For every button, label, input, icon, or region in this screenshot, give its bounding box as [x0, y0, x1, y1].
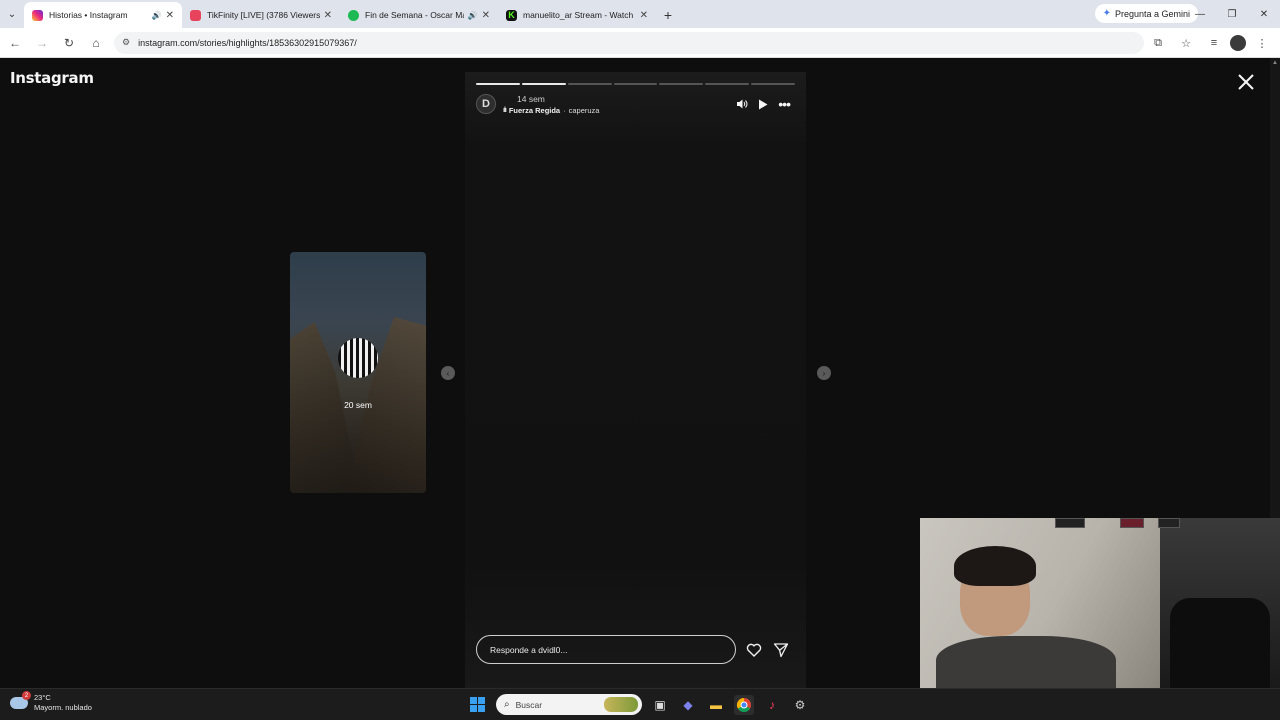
gemini-button[interactable]: ✦ Pregunta a Gemini — [1094, 4, 1198, 23]
search-placeholder: Buscar — [515, 699, 543, 710]
close-stories-icon[interactable] — [1236, 72, 1256, 92]
wall-frame — [1158, 518, 1180, 528]
taskbar-search[interactable]: ⌕ Buscar — [496, 694, 642, 715]
speaker-icon[interactable]: 🔊 — [468, 11, 478, 20]
reload-icon[interactable]: ↻ — [57, 31, 81, 55]
new-tab-button[interactable]: + — [656, 2, 680, 28]
kick-favicon-icon: K — [506, 9, 517, 21]
media-controls-icon[interactable]: ≡ — [1202, 31, 1226, 55]
scroll-up-arrow-icon[interactable]: ▲ — [1272, 60, 1278, 66]
wall-frame — [1120, 518, 1144, 528]
story-author-avatar[interactable]: D — [476, 94, 496, 114]
instagram-logo[interactable]: Instagram — [10, 69, 94, 87]
gemini-sparkle-icon: ✦ — [1102, 8, 1111, 19]
file-explorer-icon[interactable]: ▬ — [706, 695, 726, 715]
tikfinity-favicon-icon — [190, 9, 201, 21]
restore-icon[interactable]: ❐ — [1216, 0, 1248, 28]
like-heart-icon[interactable] — [746, 642, 762, 658]
tab-spotify[interactable]: Fin de Semana - Oscar Maydon 🔊 ✕ — [340, 2, 498, 28]
forward-arrow-icon[interactable]: → — [30, 31, 54, 55]
close-tab-icon[interactable]: ✕ — [324, 10, 332, 21]
volume-icon[interactable] — [736, 97, 748, 111]
weather-widget[interactable]: 2 23°C Mayorm. nublado — [10, 691, 92, 713]
spotify-favicon-icon — [348, 9, 359, 21]
progress-segment — [659, 83, 704, 85]
progress-segment — [613, 83, 658, 85]
chrome-icon[interactable] — [734, 694, 754, 715]
site-info-icon[interactable]: ⚙ — [122, 37, 130, 48]
weather-badge: 2 — [22, 691, 31, 700]
weather-desc: Mayorm. nublado — [34, 703, 92, 712]
tab-title: TikFinity [LIVE] (3786 Viewers) — [207, 10, 320, 20]
menu-kebab-icon[interactable]: ⋮ — [1250, 31, 1274, 55]
taskbar-apps: ⌕ Buscar ▣ ◆ ▬ ♪ ⚙ — [468, 694, 810, 715]
speaker-icon[interactable]: 🔊 — [152, 11, 162, 20]
url-field[interactable]: ⚙ instagram.com/stories/highlights/18536… — [114, 31, 1144, 54]
tab-search-dropdown[interactable]: ⌄ — [0, 0, 24, 28]
webcam-overlay — [920, 518, 1280, 688]
windows-taskbar: 2 23°C Mayorm. nublado ⌕ Buscar ▣ ◆ ▬ ♪ … — [0, 688, 1280, 720]
progress-segment — [705, 83, 750, 85]
instagram-favicon-icon — [32, 9, 43, 21]
more-options-icon[interactable]: ••• — [778, 96, 791, 112]
toolbar-actions: ⧉ ☆ ≡ ⋮ — [1146, 31, 1274, 55]
webcam-person-shirt — [936, 636, 1116, 688]
tab-tikfinity[interactable]: TikFinity [LIVE] (3786 Viewers) ✕ — [182, 2, 340, 28]
tiktok-icon[interactable]: ♪ — [762, 695, 782, 715]
teams-icon[interactable]: ◆ — [678, 695, 698, 715]
webcam-person-hair — [954, 546, 1036, 586]
search-icon: ⌕ — [504, 699, 510, 710]
tab-title: Historias • Instagram — [49, 10, 128, 20]
tab-instagram[interactable]: Historias • Instagram 🔊 ✕ — [24, 2, 182, 28]
progress-segment — [567, 83, 612, 85]
webcam-chair — [1170, 598, 1270, 688]
browser-tab-bar: ⌄ Historias • Instagram 🔊 ✕ TikFinity [L… — [0, 0, 1280, 28]
close-tab-icon[interactable]: ✕ — [482, 10, 490, 21]
back-arrow-icon[interactable]: ← — [3, 31, 27, 55]
gemini-label: Pregunta a Gemini — [1114, 8, 1190, 19]
close-tab-icon[interactable]: ✕ — [166, 10, 174, 21]
tab-title: manuelito_ar Stream - Watch L — [523, 10, 636, 20]
cloud-icon: 2 — [10, 691, 31, 709]
wall-frame — [1055, 518, 1085, 528]
install-app-icon[interactable]: ⧉ — [1146, 31, 1170, 55]
music-separator: · — [563, 106, 566, 115]
bookmark-star-icon[interactable]: ☆ — [1174, 31, 1198, 55]
close-window-icon[interactable]: ✕ — [1248, 0, 1280, 28]
window-controls: — ❐ ✕ — [1184, 0, 1280, 28]
progress-segment — [751, 83, 796, 85]
story-progress-bar — [476, 83, 796, 85]
steam-icon[interactable]: ⚙ — [790, 695, 810, 715]
windows-start-icon[interactable] — [468, 695, 488, 715]
url-text: instagram.com/stories/highlights/1853630… — [138, 37, 357, 48]
send-direct-icon[interactable] — [773, 642, 789, 658]
story-controls: ••• — [736, 96, 791, 112]
play-icon[interactable] — [758, 97, 768, 111]
story-time: 14 sem — [517, 94, 545, 104]
tab-title: Fin de Semana - Oscar Maydon — [365, 10, 464, 20]
minimize-icon[interactable]: — — [1184, 0, 1216, 28]
progress-segment — [521, 83, 566, 85]
weather-temp: 23°C — [34, 693, 51, 702]
previous-story-arrow-icon[interactable]: ‹ — [441, 366, 455, 380]
previous-story-time: 20 sem — [344, 400, 372, 410]
next-story-arrow-icon[interactable]: › — [817, 366, 831, 380]
close-tab-icon[interactable]: ✕ — [640, 10, 648, 21]
audio-bars-icon: ılı — [503, 107, 507, 114]
previous-story-preview[interactable]: 20 sem — [290, 252, 426, 493]
music-title: caperuza — [568, 106, 600, 115]
search-highlight-image — [604, 697, 638, 712]
previous-story-avatar — [338, 338, 378, 378]
tab-kick[interactable]: K manuelito_ar Stream - Watch L ✕ — [498, 2, 656, 28]
reply-input[interactable]: Responde a dvidl0... — [476, 635, 736, 664]
story-music-info[interactable]: ılı Fuerza Regida · caperuza — [503, 106, 599, 115]
active-story[interactable]: D 14 sem ılı Fuerza Regida · caperuza ••… — [465, 72, 806, 688]
task-view-icon[interactable]: ▣ — [650, 695, 670, 715]
address-bar: ← → ↻ ⌂ ⚙ instagram.com/stories/highligh… — [0, 28, 1280, 58]
profile-avatar[interactable] — [1230, 35, 1246, 51]
music-artist: Fuerza Regida — [508, 106, 561, 115]
progress-segment — [476, 83, 520, 85]
home-icon[interactable]: ⌂ — [84, 31, 108, 55]
